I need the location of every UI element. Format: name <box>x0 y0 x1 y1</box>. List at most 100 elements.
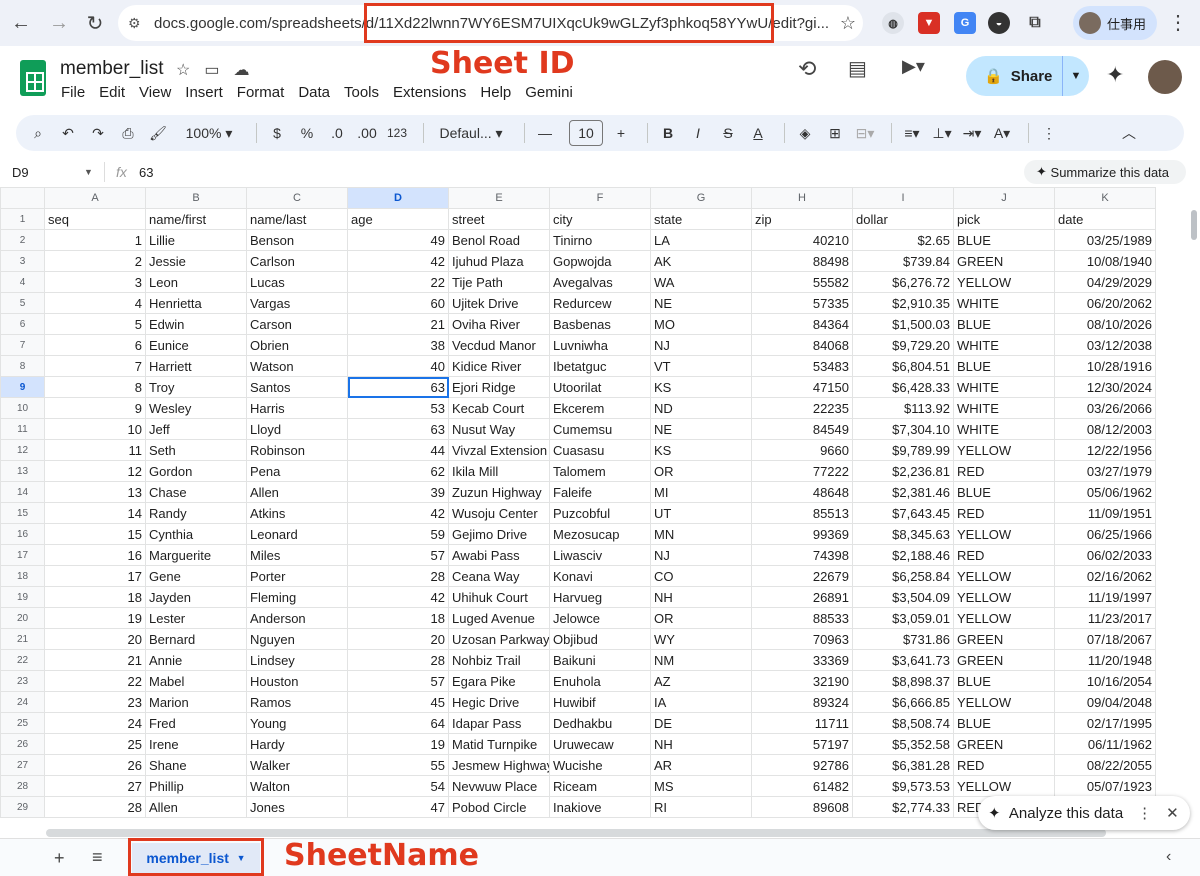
cell[interactable]: Zuzun Highway <box>448 481 550 503</box>
row-header[interactable]: 9 <box>0 376 45 398</box>
horizontal-scrollbar[interactable] <box>46 829 1106 837</box>
row-header[interactable]: 21 <box>0 628 45 650</box>
share-button[interactable]: 🔒 Share ▼ <box>966 56 1089 96</box>
extension-icon-2[interactable]: ▼ <box>918 12 940 34</box>
column-header-g[interactable]: G <box>650 187 752 209</box>
cell[interactable]: YELLOW <box>953 439 1055 461</box>
cell[interactable]: 03/27/1979 <box>1054 460 1156 482</box>
italic-icon[interactable]: I <box>686 119 710 147</box>
cell[interactable]: 61482 <box>751 775 853 797</box>
cell[interactable]: Allen <box>145 796 247 818</box>
cell[interactable]: Ramos <box>246 691 348 713</box>
cell[interactable]: NH <box>650 586 752 608</box>
cell[interactable]: Idapar Pass <box>448 712 550 734</box>
cell[interactable]: NJ <box>650 544 752 566</box>
cell[interactable]: 88498 <box>751 250 853 272</box>
cell[interactable]: Utoorilat <box>549 376 651 398</box>
more-formats-button[interactable]: 123 <box>385 119 409 147</box>
cell[interactable]: RED <box>953 754 1055 776</box>
cell[interactable]: NE <box>650 418 752 440</box>
cell[interactable]: Ibetatguc <box>549 355 651 377</box>
cell[interactable]: Cumemsu <box>549 418 651 440</box>
cell[interactable]: Shane <box>145 754 247 776</box>
cell[interactable]: Jones <box>246 796 348 818</box>
menu-data[interactable]: Data <box>298 84 330 101</box>
cell[interactable]: 57 <box>347 670 449 692</box>
cell[interactable]: Tije Path <box>448 271 550 293</box>
cell[interactable]: Vargas <box>246 292 348 314</box>
cell[interactable]: Wusoju Center <box>448 502 550 524</box>
cell[interactable]: $2,381.46 <box>852 481 954 503</box>
print-icon[interactable]: ⎙ <box>116 119 140 147</box>
cell[interactable]: YELLOW <box>953 607 1055 629</box>
cell[interactable]: pick <box>953 208 1055 230</box>
cell[interactable]: 53483 <box>751 355 853 377</box>
cell[interactable]: 10/28/1916 <box>1054 355 1156 377</box>
vertical-align-icon[interactable]: ⊥▾ <box>930 119 954 147</box>
cell[interactable]: Lillie <box>145 229 247 251</box>
cell[interactable]: 5 <box>44 313 146 335</box>
row-header[interactable]: 10 <box>0 397 45 419</box>
cell[interactable]: 57 <box>347 544 449 566</box>
row-header[interactable]: 8 <box>0 355 45 377</box>
row-header[interactable]: 1 <box>0 208 45 230</box>
row-header[interactable]: 16 <box>0 523 45 545</box>
cell[interactable]: Ujitek Drive <box>448 292 550 314</box>
cell[interactable]: WHITE <box>953 376 1055 398</box>
cell[interactable]: Gordon <box>145 460 247 482</box>
cell[interactable]: YELLOW <box>953 691 1055 713</box>
cell[interactable]: $3,059.01 <box>852 607 954 629</box>
cell[interactable]: $2,188.46 <box>852 544 954 566</box>
cell[interactable]: 60 <box>347 292 449 314</box>
cell[interactable]: 1 <box>44 229 146 251</box>
menu-edit[interactable]: Edit <box>99 84 125 101</box>
row-header[interactable]: 2 <box>0 229 45 251</box>
cell[interactable]: $113.92 <box>852 397 954 419</box>
cell[interactable]: 63 <box>347 376 449 398</box>
cell[interactable]: $739.84 <box>852 250 954 272</box>
cell[interactable]: 14 <box>44 502 146 524</box>
cell-table[interactable]: ABCDEFGHIJK 1 seq name/first name/last age st… <box>0 187 1156 818</box>
row-header[interactable]: 20 <box>0 607 45 629</box>
column-header-e[interactable]: E <box>448 187 550 209</box>
cell[interactable]: Vivzal Extension <box>448 439 550 461</box>
cell[interactable]: 38 <box>347 334 449 356</box>
cell[interactable]: 21 <box>44 649 146 671</box>
cell[interactable]: 25 <box>44 733 146 755</box>
cell[interactable]: Watson <box>246 355 348 377</box>
cell[interactable]: $2,236.81 <box>852 460 954 482</box>
cell[interactable]: Harriett <box>145 355 247 377</box>
cell[interactable]: Marion <box>145 691 247 713</box>
menu-view[interactable]: View <box>139 84 171 101</box>
cell[interactable]: $8,345.63 <box>852 523 954 545</box>
cell[interactable]: 05/07/1923 <box>1054 775 1156 797</box>
reload-icon[interactable]: ↻ <box>80 8 110 38</box>
cell[interactable]: $7,304.10 <box>852 418 954 440</box>
cell[interactable]: WHITE <box>953 334 1055 356</box>
cell[interactable]: RED <box>953 544 1055 566</box>
vertical-scrollbar[interactable] <box>1187 187 1200 827</box>
row-header[interactable]: 24 <box>0 691 45 713</box>
cell[interactable]: 28 <box>347 565 449 587</box>
cell[interactable]: $5,352.58 <box>852 733 954 755</box>
close-icon[interactable]: ✕ <box>1166 804 1179 822</box>
extension-icon-1[interactable]: ◍ <box>882 12 904 34</box>
font-size-input[interactable]: 10 <box>569 120 603 146</box>
bookmark-star-icon[interactable]: ☆ <box>833 13 863 34</box>
cell[interactable]: $6,804.51 <box>852 355 954 377</box>
cell[interactable]: age <box>347 208 449 230</box>
move-folder-icon[interactable]: ▭ <box>204 60 219 80</box>
cell[interactable]: Redurcew <box>549 292 651 314</box>
cell[interactable]: Atkins <box>246 502 348 524</box>
column-header-i[interactable]: I <box>852 187 954 209</box>
comments-icon[interactable]: ▤ <box>848 56 867 81</box>
percent-format-button[interactable]: % <box>295 119 319 147</box>
cell[interactable]: 11/23/2017 <box>1054 607 1156 629</box>
cell[interactable]: 08/10/2026 <box>1054 313 1156 335</box>
cell[interactable]: $6,258.84 <box>852 565 954 587</box>
version-history-icon[interactable]: ⟲ <box>798 56 816 82</box>
cell[interactable]: 22679 <box>751 565 853 587</box>
cell[interactable]: Enuhola <box>549 670 651 692</box>
cell[interactable]: 18 <box>347 607 449 629</box>
cell[interactable]: 16 <box>44 544 146 566</box>
